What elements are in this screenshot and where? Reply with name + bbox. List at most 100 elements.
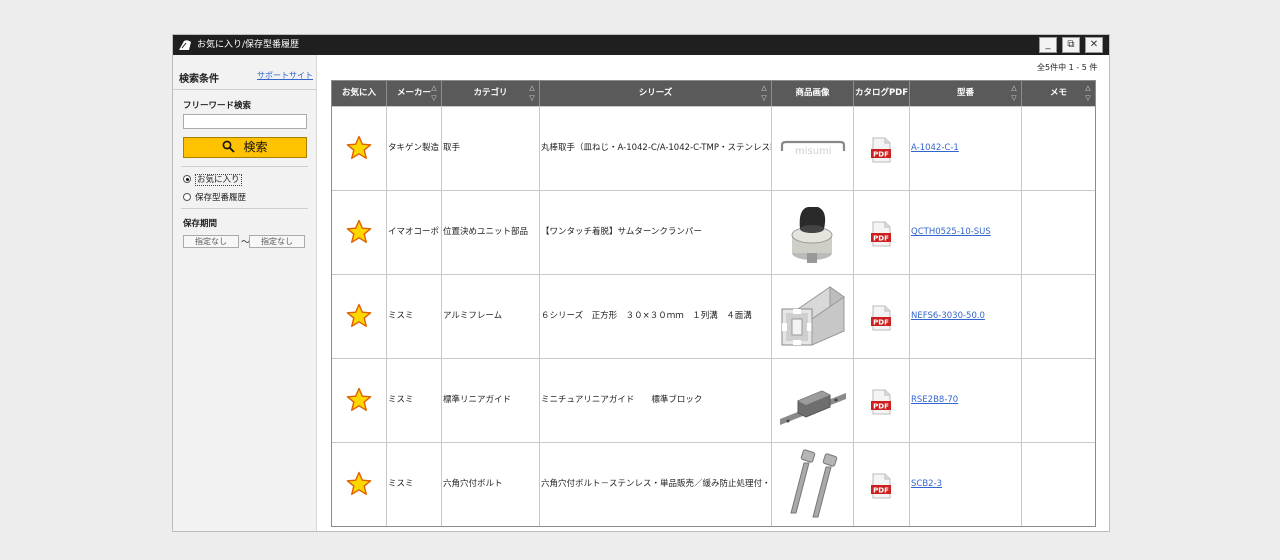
pdf-icon-label: PDF (873, 150, 889, 158)
table-row[interactable]: イマオコーポレ...位置決めユニット部品【ワンタッチ着脱】サムターンクランパー P… (332, 190, 1095, 274)
favorite-cell (332, 443, 387, 526)
search-button[interactable]: 検索 (183, 137, 307, 158)
favorite-star-icon[interactable] (346, 471, 372, 497)
model-link[interactable]: A-1042-C-1 (911, 143, 959, 153)
model-cell: NEFS6-3030-50.0 (910, 275, 1022, 358)
series-cell: ミニチュアリニアガイド 標準ブロック (540, 359, 772, 442)
memo-cell[interactable] (1022, 191, 1095, 274)
sort-desc-icon[interactable]: ▽ (529, 94, 534, 102)
product-image-clamper[interactable] (778, 195, 848, 269)
pdf-icon-label: PDF (873, 318, 889, 326)
favorite-star-icon[interactable] (346, 219, 372, 245)
period-label: 保存期間 (183, 219, 218, 229)
sort-desc-icon[interactable]: ▽ (431, 94, 436, 102)
result-count: 全5件中 1 - 5 件 (1037, 63, 1098, 72)
col-catalog-pdf: カタログPDF (854, 81, 910, 106)
pdf-icon[interactable]: PDF (870, 305, 892, 331)
pdf-icon[interactable]: PDF (870, 473, 892, 499)
table-row[interactable]: ミスミ アルミフレーム ６シリーズ 正方形 ３０×３０ｍｍ １列溝 ４面溝 PDF NE… (332, 274, 1095, 358)
model-link[interactable]: RSE2B8-70 (911, 395, 958, 405)
col-maker[interactable]: メーカー △ ▽ (387, 81, 442, 106)
product-image-cell (772, 191, 854, 274)
col-category-label: カテゴリ (473, 88, 508, 98)
col-memo[interactable]: メモ △ ▽ (1022, 81, 1095, 106)
maker-cell: ミスミ (387, 275, 442, 358)
sort-maker[interactable]: △ ▽ (430, 83, 438, 104)
model-cell: SCB2-3 (910, 443, 1022, 526)
sort-asc-icon[interactable]: △ (529, 84, 534, 92)
table-row[interactable]: ミスミ 標準リニアガイド ミニチュアリニアガイド 標準ブロック PDF RSE2B8-7… (332, 358, 1095, 442)
memo-cell[interactable] (1022, 359, 1095, 442)
favorite-cell (332, 359, 387, 442)
catalog-pdf-cell: PDF (854, 359, 910, 442)
radio-saved-history[interactable]: 保存型番履歴 (183, 191, 246, 203)
sort-desc-icon[interactable]: ▽ (761, 94, 766, 102)
memo-cell[interactable] (1022, 443, 1095, 526)
model-cell: QCTH0525-10-SUS (910, 191, 1022, 274)
sort-series[interactable]: △ ▽ (760, 83, 768, 104)
product-image-cell: misumi (772, 107, 854, 190)
pdf-icon-label: PDF (873, 486, 889, 494)
sort-category[interactable]: △ ▽ (528, 83, 536, 104)
series-cell: 【ワンタッチ着脱】サムターンクランパー (540, 191, 772, 274)
restore-button[interactable]: ⧉ (1062, 37, 1080, 53)
sort-asc-icon[interactable]: △ (431, 84, 436, 92)
model-link[interactable]: NEFS6-3030-50.0 (911, 311, 985, 321)
category-cell: 標準リニアガイド (442, 359, 540, 442)
category-cell: 位置決めユニット部品 (442, 191, 540, 274)
sort-desc-icon[interactable]: ▽ (1011, 94, 1016, 102)
maker-cell: タキゲン製造 (387, 107, 442, 190)
catalog-pdf-cell: PDF (854, 191, 910, 274)
model-link[interactable]: SCB2-3 (911, 479, 942, 489)
col-series-label: シリーズ (638, 88, 673, 98)
sort-asc-icon[interactable]: △ (1085, 84, 1090, 92)
favorite-cell (332, 191, 387, 274)
divider (181, 208, 308, 209)
minimize-button[interactable]: _ (1039, 37, 1057, 53)
radio-saved-history-label: 保存型番履歴 (195, 193, 247, 203)
col-maker-label: メーカー (396, 88, 431, 98)
radio-favorites[interactable]: お気に入り (183, 173, 242, 186)
category-cell: アルミフレーム (442, 275, 540, 358)
pdf-icon-label: PDF (873, 402, 889, 410)
close-button[interactable]: ✕ (1085, 37, 1103, 53)
favorite-star-icon[interactable] (346, 135, 372, 161)
table-row[interactable]: ミスミ六角穴付ボルト六角穴付ボルト－ステンレス・単品販売／緩み防止処理付・パック… (332, 442, 1095, 526)
radio-unselected-icon (183, 193, 191, 201)
pdf-icon[interactable]: PDF (870, 389, 892, 415)
col-category[interactable]: カテゴリ △ ▽ (442, 81, 540, 106)
favorite-star-icon[interactable] (346, 303, 372, 329)
radio-favorites-label: お気に入り (195, 174, 242, 186)
table-row[interactable]: タキゲン製造 取手 丸棒取手（皿ねじ・A-1042-C/A-1042-C-TMP・ス… (332, 106, 1095, 190)
product-image-linear-guide[interactable] (778, 363, 848, 437)
model-link[interactable]: QCTH0525-10-SUS (911, 227, 991, 237)
table-header: お気に入 メーカー △ ▽ カテゴリ △ ▽ シリーズ △ ▽ 商品画像 カタログPDF 型… (332, 81, 1095, 106)
col-series[interactable]: シリーズ △ ▽ (540, 81, 772, 106)
sort-memo[interactable]: △ ▽ (1084, 83, 1092, 104)
pdf-icon[interactable]: PDF (870, 137, 892, 163)
favorites-window: お気に入り/保存型番履歴 _ ⧉ ✕ 検索条件 サポートサイト フリーワード検索… (172, 34, 1110, 532)
col-model-label: 型番 (956, 88, 974, 98)
col-memo-label: メモ (1049, 88, 1067, 98)
support-site-link[interactable]: サポートサイト (257, 70, 313, 81)
results-table: お気に入 メーカー △ ▽ カテゴリ △ ▽ シリーズ △ ▽ 商品画像 カタログPDF 型… (331, 80, 1096, 527)
sort-desc-icon[interactable]: ▽ (1085, 94, 1090, 102)
product-image-handle[interactable]: misumi (778, 111, 848, 185)
product-image-bolts[interactable] (778, 447, 848, 521)
freeword-input[interactable] (183, 114, 307, 129)
favorite-cell (332, 275, 387, 358)
search-icon (223, 140, 236, 153)
period-from-field[interactable]: 指定なし (183, 235, 239, 248)
search-button-label: 検索 (243, 140, 268, 154)
memo-cell[interactable] (1022, 275, 1095, 358)
sort-asc-icon[interactable]: △ (761, 84, 766, 92)
favorite-star-icon[interactable] (346, 387, 372, 413)
sort-asc-icon[interactable]: △ (1011, 84, 1016, 92)
pdf-icon[interactable]: PDF (870, 221, 892, 247)
period-to-field[interactable]: 指定なし (249, 235, 305, 248)
memo-cell[interactable] (1022, 107, 1095, 190)
col-model[interactable]: 型番 △ ▽ (910, 81, 1022, 106)
product-image-aluminum-frame[interactable] (778, 279, 848, 353)
sort-model[interactable]: △ ▽ (1010, 83, 1018, 104)
favorite-cell (332, 107, 387, 190)
